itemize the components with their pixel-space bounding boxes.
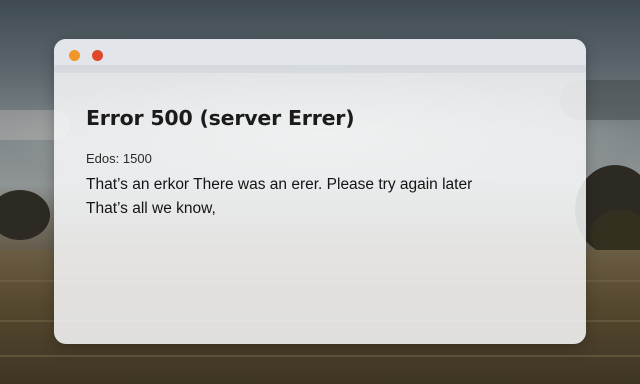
close-dot-icon[interactable] [92,50,103,61]
window-titlebar[interactable] [54,39,586,65]
field-stripe [0,355,640,357]
error-code-value: 1500 [122,151,152,166]
tree-left [0,190,50,240]
error-message-line-1: That’s an erkor There was an erer. Pleas… [86,176,473,193]
browser-window: Error 500 (server Errer) Edos: 1500 That… [54,39,586,344]
desktop-background: Error 500 (server Errer) Edos: 1500 That… [0,0,640,384]
toolbar-strip [54,65,586,73]
error-message-line-2: That’s all we know, [86,200,216,217]
error-title: Error 500 (server Errer) [86,106,355,130]
error-code-line: Edos: 1500 [86,151,566,167]
error-code-label: Edos: [86,151,120,166]
error-content: Error 500 (server Errer) Edos: 1500 That… [86,105,566,221]
error-message: That’s an erkor There was an erer. Pleas… [86,173,566,221]
minimize-dot-icon[interactable] [69,50,80,61]
